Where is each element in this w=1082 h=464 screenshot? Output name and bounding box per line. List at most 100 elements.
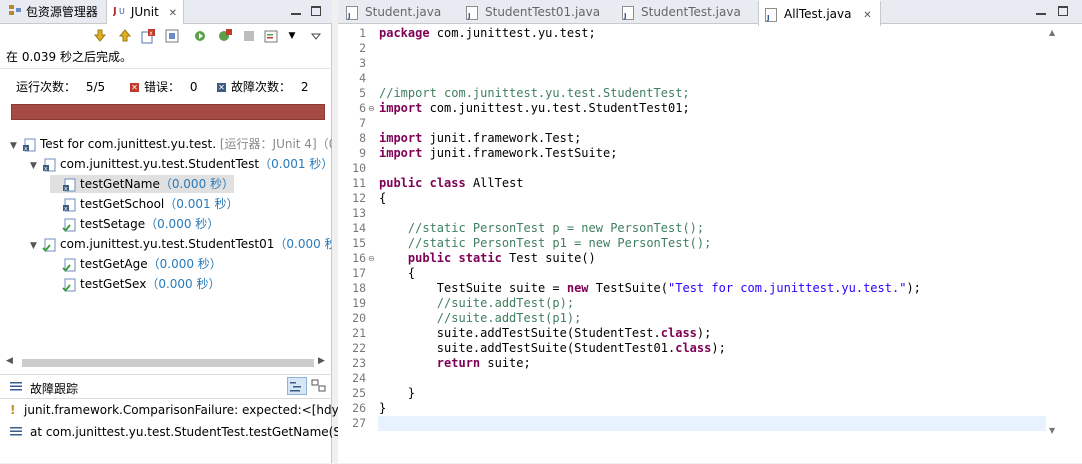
code-line[interactable]: TestSuite suite = new TestSuite("Test fo…: [379, 281, 921, 296]
code-line[interactable]: package com.junittest.yu.test;: [379, 26, 596, 41]
line-number: 11: [352, 176, 366, 190]
code-keyword: import: [379, 101, 423, 115]
code-text: com.junittest.yu.test;: [429, 26, 596, 40]
minimize-icon[interactable]: [289, 4, 303, 18]
maximize-icon[interactable]: [1056, 4, 1070, 18]
scroll-left-icon[interactable]: ◀: [6, 356, 13, 366]
code-line[interactable]: }: [379, 386, 415, 401]
test-method-item[interactable]: testGetSex（0.000 秒）: [50, 275, 221, 293]
test-suite-item[interactable]: ▼ x Test for com.junittest.yu.test. [运行器：J…: [10, 135, 332, 153]
rerun-test-icon[interactable]: [193, 28, 209, 44]
trace-line[interactable]: ! junit.framework.ComparisonFailure: expe…: [10, 403, 343, 417]
code-line[interactable]: {: [379, 266, 415, 281]
tab-package-explorer[interactable]: 包资源管理器: [8, 0, 98, 24]
code-text: com.junittest.yu.test.StudentTest01;: [422, 101, 690, 115]
code-keyword: public: [407, 251, 452, 265]
scroll-lock-icon[interactable]: [164, 28, 180, 44]
expand-chevron-down-icon[interactable]: ▼: [10, 137, 22, 155]
test-method-item[interactable]: x testGetSchool（0.001 秒）: [50, 195, 238, 213]
code-comment: //suite.addTest(p1);: [436, 311, 582, 325]
previous-failure-icon[interactable]: [117, 28, 133, 44]
scroll-down-icon[interactable]: ▼: [1049, 426, 1055, 435]
svg-text:x: x: [149, 30, 153, 37]
code-text: junit.framework.TestSuite;: [422, 146, 618, 160]
close-icon[interactable]: ✕: [169, 8, 177, 19]
tab-studenttest01-java[interactable]: StudentTest01.java: [466, 0, 600, 28]
code-keyword: package: [379, 26, 430, 40]
code-line[interactable]: import com.junittest.yu.test.StudentTest…: [379, 101, 690, 116]
trace-line-text: at com.junittest.yu.test.StudentTest.tes…: [30, 425, 354, 439]
test-method-item[interactable]: x testGetName（0.000 秒）: [50, 175, 235, 193]
code-line[interactable]: import junit.framework.TestSuite;: [379, 146, 617, 161]
code-keyword: class: [675, 341, 712, 355]
failure-icon: ✕: [217, 83, 226, 92]
code-line[interactable]: public static Test suite(): [379, 251, 596, 266]
failures-label: 故障次数：: [231, 80, 292, 94]
code-text: junit.framework.Test;: [422, 131, 582, 145]
code-line[interactable]: }: [379, 401, 386, 416]
code-string: "Test for com.junittest.yu.test.": [668, 281, 907, 295]
code-line[interactable]: //static PersonTest p = new PersonTest()…: [379, 221, 704, 236]
scroll-up-icon[interactable]: ▲: [1049, 28, 1055, 37]
close-icon[interactable]: ✕: [863, 10, 871, 21]
expand-chevron-down-icon[interactable]: ▼: [30, 157, 42, 175]
test-name: testGetName: [80, 177, 160, 191]
test-name: testGetAge: [80, 257, 148, 271]
show-failures-only-icon[interactable]: x: [141, 28, 157, 44]
code-keyword: public: [379, 176, 423, 190]
line-number: 6: [359, 101, 366, 115]
runs-counter: 运行次数： 5/5: [16, 78, 105, 95]
expand-chevron-down-icon[interactable]: ▼: [30, 237, 42, 255]
error-icon: ✕: [130, 83, 139, 92]
code-line[interactable]: //suite.addTest(p1);: [379, 311, 582, 326]
filter-stack-icon[interactable]: [287, 377, 307, 395]
test-class-item[interactable]: ▼ x com.junittest.yu.test.StudentTest（0.00…: [30, 155, 332, 173]
tab-student-java[interactable]: Student.java: [346, 0, 441, 28]
scroll-thumb[interactable]: [22, 359, 314, 367]
code-line[interactable]: return suite;: [379, 356, 531, 371]
runner-info: [运行器：JUnit 4]（0: [216, 137, 332, 151]
code-line[interactable]: //static PersonTest p1 = new PersonTest(…: [379, 236, 711, 251]
fold-toggle-icon[interactable]: ⊖: [368, 101, 375, 116]
code-line[interactable]: suite.addTestSuite(StudentTest01.class);: [379, 341, 726, 356]
tab-junit-label: JUnit: [130, 5, 159, 19]
code-line[interactable]: //import com.junittest.yu.test.StudentTe…: [379, 86, 690, 101]
tree-horizontal-scrollbar[interactable]: ◀ ▶: [6, 356, 328, 370]
code-keyword: return: [436, 356, 481, 370]
junit-view: 包资源管理器 JU JUnit ✕ x ▼ 在 0.039 秒之后完成。 运行次…: [0, 0, 353, 463]
code-line[interactable]: public class AllTest: [379, 176, 524, 191]
scroll-right-icon[interactable]: ▶: [318, 356, 325, 366]
stop-icon[interactable]: [241, 28, 257, 44]
tab-studenttest-java[interactable]: StudentTest.java: [622, 0, 741, 28]
code-text: {: [379, 191, 387, 205]
next-failure-icon[interactable]: [92, 28, 108, 44]
test-class-item[interactable]: ▼ com.junittest.yu.test.StudentTest01（0.0…: [30, 235, 332, 253]
failure-trace-header: 故障跟踪: [0, 374, 332, 399]
svg-text:J: J: [113, 6, 117, 17]
fold-toggle-icon[interactable]: ⊖: [368, 251, 375, 266]
code-area[interactable]: ▲ ▼ 1 package com.junittest.yu.test; 2 3 4 5/…: [338, 24, 1082, 463]
history-dropdown-chevron-down-icon[interactable]: ▼: [284, 28, 300, 44]
code-line[interactable]: //suite.addTest(p);: [379, 296, 574, 311]
line-number: 19: [352, 296, 366, 310]
line-number: 26: [352, 401, 366, 415]
maximize-icon[interactable]: [309, 4, 323, 18]
test-name: com.junittest.yu.test.StudentTest01: [60, 237, 275, 251]
code-line[interactable]: {: [379, 191, 386, 206]
trace-line[interactable]: at com.junittest.yu.test.StudentTest.tes…: [10, 425, 353, 440]
test-method-item[interactable]: testSetage（0.000 秒）: [50, 215, 219, 233]
code-line[interactable]: import junit.framework.Test;: [379, 131, 581, 146]
compare-results-icon[interactable]: [311, 379, 327, 396]
test-method-item[interactable]: testGetAge（0.000 秒）: [50, 255, 222, 273]
tab-junit[interactable]: JU JUnit ✕: [106, 0, 185, 24]
rerun-failures-first-icon[interactable]: [217, 28, 233, 44]
view-menu-chevron-down-icon[interactable]: [308, 28, 324, 44]
editor-vertical-scrollbar[interactable]: ▲ ▼: [1048, 28, 1060, 438]
code-line[interactable]: suite.addTestSuite(StudentTest.class);: [379, 326, 712, 341]
tab-alltest-java[interactable]: AllTest.java ✕: [758, 0, 881, 30]
minimize-icon[interactable]: [1034, 4, 1048, 18]
test-run-history-icon[interactable]: [264, 28, 280, 44]
tab-label: AllTest.java: [784, 7, 852, 21]
code-text: TestSuite(: [588, 281, 669, 295]
